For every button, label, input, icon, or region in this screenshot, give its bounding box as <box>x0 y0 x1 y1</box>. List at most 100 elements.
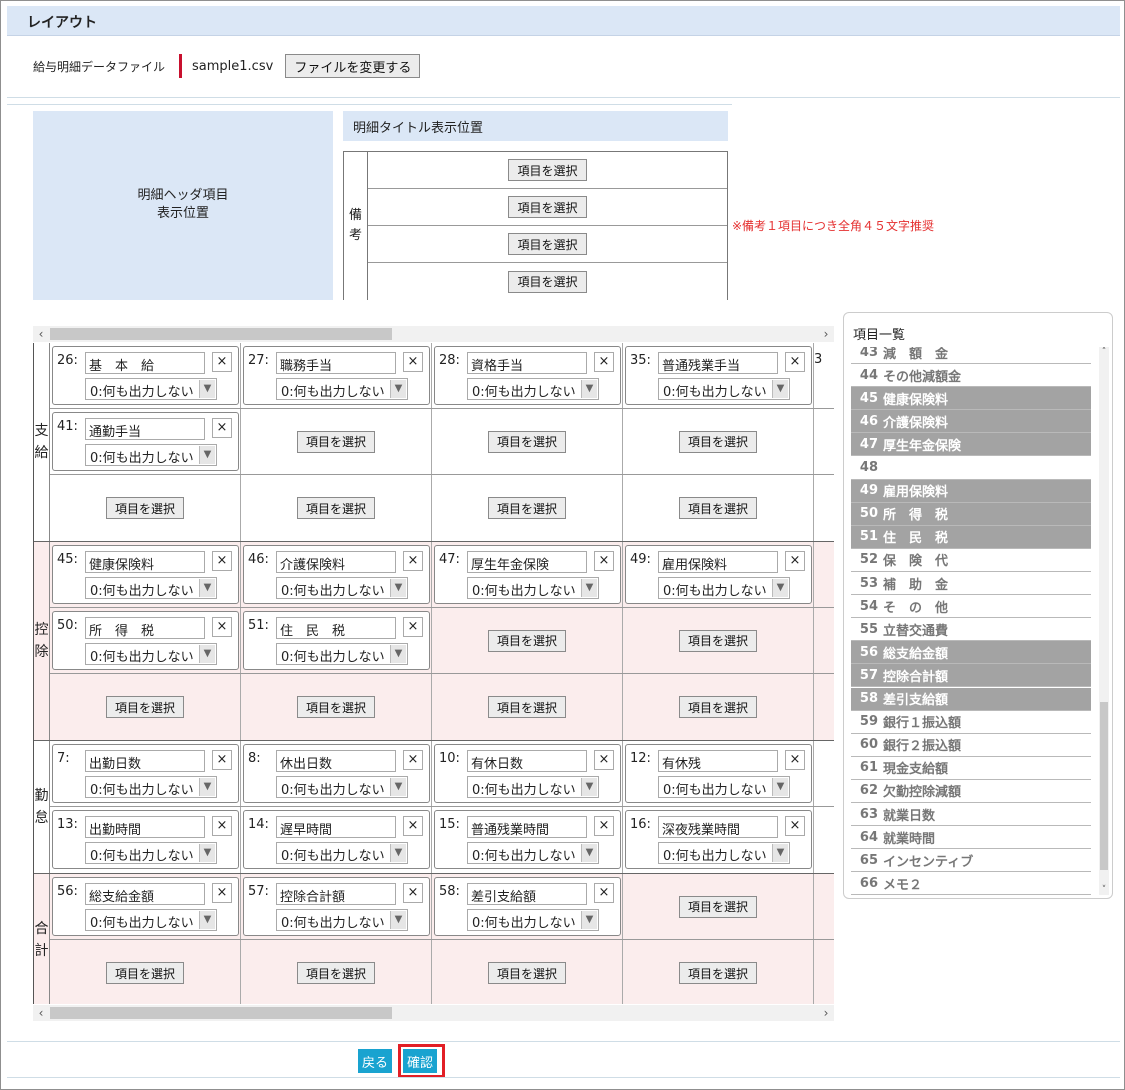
select-item-button[interactable]: 項目を選択 <box>487 629 566 652</box>
scroll-left-icon[interactable]: ‹ <box>33 326 49 342</box>
output-select[interactable]: 0:何も出力しない ▼ <box>276 643 408 665</box>
item-name-field[interactable]: 職務手当 <box>276 352 396 374</box>
grid-cell[interactable]: 項目を選択 <box>623 674 814 740</box>
item-name-field[interactable]: 遅早時間 <box>276 816 396 838</box>
output-select[interactable]: 0:何も出力しない ▼ <box>85 378 217 400</box>
item-list-row[interactable]: 51 住 民 税 <box>851 525 1091 549</box>
select-item-button[interactable]: 項目を選択 <box>678 895 757 918</box>
item-name-field[interactable]: 出勤時間 <box>85 816 205 838</box>
remove-icon[interactable]: × <box>212 551 232 571</box>
vertical-scrollbar[interactable]: ˄ ˅ <box>1099 347 1109 895</box>
remove-icon[interactable]: × <box>594 352 614 372</box>
item-list-row[interactable]: 62 欠勤控除減額 <box>851 779 1091 803</box>
item-list-row[interactable]: 46 介護保険料 <box>851 410 1091 434</box>
grid-cell[interactable]: 35: 普通残業手当 × 0:何も出力しない ▼ <box>623 343 814 408</box>
grid-cell[interactable]: 項目を選択 <box>432 409 623 474</box>
scroll-right-icon[interactable]: › <box>818 326 834 342</box>
confirm-button[interactable]: 確認 <box>403 1049 438 1073</box>
item-list-row[interactable]: 64 就業時間 <box>851 826 1091 850</box>
title-position-area[interactable]: 明細タイトル表示位置 <box>343 111 728 141</box>
item-list-row[interactable]: 65 インセンティブ <box>851 849 1091 873</box>
scroll-down-icon[interactable]: ˅ <box>1099 885 1109 895</box>
grid-cell[interactable]: 項目を選択 <box>241 940 432 1004</box>
grid-cell[interactable]: 28: 資格手当 × 0:何も出力しない ▼ <box>432 343 623 408</box>
select-item-button[interactable]: 項目を選択 <box>678 430 757 453</box>
layout-item[interactable]: 56: 総支給金額 × 0:何も出力しない ▼ <box>52 877 239 936</box>
grid-cell[interactable]: 56: 総支給金額 × 0:何も出力しない ▼ <box>50 874 241 939</box>
item-name-field[interactable]: 控除合計額 <box>276 883 396 905</box>
item-list-row[interactable]: 44 その他減額金 <box>851 364 1091 388</box>
grid-cell[interactable]: 13: 出勤時間 × 0:何も出力しない ▼ <box>50 807 241 873</box>
output-select[interactable]: 0:何も出力しない ▼ <box>85 444 217 466</box>
scroll-thumb[interactable] <box>50 328 392 340</box>
layout-item[interactable]: 12: 有休残 × 0:何も出力しない ▼ <box>625 744 812 803</box>
scroll-left-icon[interactable]: ‹ <box>33 1005 49 1021</box>
grid-cell[interactable]: 項目を選択 <box>241 674 432 740</box>
item-name-field[interactable]: 雇用保険料 <box>658 551 778 573</box>
select-item-button[interactable]: 項目を選択 <box>487 696 566 718</box>
grid-cell[interactable]: 51: 住 民 税 × 0:何も出力しない ▼ <box>241 608 432 673</box>
grid-cell[interactable]: 項目を選択 <box>50 674 241 740</box>
item-name-field[interactable]: 有休日数 <box>467 750 587 772</box>
layout-item[interactable]: 41: 通勤手当 × 0:何も出力しない ▼ <box>52 412 239 471</box>
grid-cell[interactable]: 14: 遅早時間 × 0:何も出力しない ▼ <box>241 807 432 873</box>
item-list-row[interactable]: 60 銀行２振込額 <box>851 733 1091 757</box>
output-select[interactable]: 0:何も出力しない ▼ <box>276 378 408 400</box>
grid-cell[interactable]: 49: 雇用保険料 × 0:何も出力しない ▼ <box>623 542 814 607</box>
grid-cell[interactable]: 項目を選択 <box>50 940 241 1004</box>
grid-cell[interactable]: 項目を選択 <box>623 608 814 673</box>
output-select[interactable]: 0:何も出力しない ▼ <box>276 577 408 599</box>
select-item-button[interactable]: 項目を選択 <box>296 497 375 519</box>
grid-cell[interactable]: 10: 有休日数 × 0:何も出力しない ▼ <box>432 741 623 806</box>
item-name-field[interactable]: 介護保険料 <box>276 551 396 573</box>
remove-icon[interactable]: × <box>785 816 805 836</box>
item-name-field[interactable]: 出勤日数 <box>85 750 205 772</box>
item-name-field[interactable]: 普通残業手当 <box>658 352 778 374</box>
layout-item[interactable]: 47: 厚生年金保険 × 0:何も出力しない ▼ <box>434 545 621 604</box>
item-list-row[interactable]: 49 雇用保険料 <box>851 479 1091 503</box>
layout-item[interactable]: 58: 差引支給額 × 0:何も出力しない ▼ <box>434 877 621 936</box>
item-name-field[interactable]: 総支給金額 <box>85 883 205 905</box>
output-select[interactable]: 0:何も出力しない ▼ <box>276 909 408 931</box>
item-list-row[interactable]: 61 現金支給額 <box>851 756 1091 780</box>
grid-cell[interactable]: 項目を選択 <box>623 940 814 1004</box>
grid-cell[interactable]: 41: 通勤手当 × 0:何も出力しない ▼ <box>50 409 241 474</box>
grid-cell[interactable]: 項目を選択 <box>432 608 623 673</box>
output-select[interactable]: 0:何も出力しない ▼ <box>85 776 217 798</box>
item-name-field[interactable]: 住 民 税 <box>276 617 396 639</box>
grid-cell[interactable]: 8: 休出日数 × 0:何も出力しない ▼ <box>241 741 432 806</box>
item-name-field[interactable]: 資格手当 <box>467 352 587 374</box>
remove-icon[interactable]: × <box>212 750 232 770</box>
select-item-button[interactable]: 項目を選択 <box>678 497 757 519</box>
item-list-row[interactable]: 56 総支給金額 <box>851 641 1091 665</box>
grid-cell[interactable]: 27: 職務手当 × 0:何も出力しない ▼ <box>241 343 432 408</box>
select-item-button[interactable]: 項目を選択 <box>487 497 566 519</box>
item-list-row[interactable]: 58 差引支給額 <box>851 687 1091 711</box>
select-item-button[interactable]: 項目を選択 <box>296 962 375 984</box>
layout-item[interactable]: 13: 出勤時間 × 0:何も出力しない ▼ <box>52 810 239 869</box>
item-name-field[interactable]: 基 本 給 <box>85 352 205 374</box>
grid-cell[interactable]: 項目を選択 <box>623 874 814 939</box>
grid-cell[interactable]: 50: 所 得 税 × 0:何も出力しない ▼ <box>50 608 241 673</box>
layout-item[interactable]: 28: 資格手当 × 0:何も出力しない ▼ <box>434 346 621 405</box>
output-select[interactable]: 0:何も出力しない ▼ <box>85 909 217 931</box>
scroll-right-icon[interactable]: › <box>818 1005 834 1021</box>
grid-cell[interactable]: 項目を選択 <box>432 475 623 541</box>
remove-icon[interactable]: × <box>212 418 232 438</box>
grid-cell[interactable]: 項目を選択 <box>623 475 814 541</box>
remove-icon[interactable]: × <box>212 352 232 372</box>
remove-icon[interactable]: × <box>212 883 232 903</box>
output-select[interactable]: 0:何も出力しない ▼ <box>276 776 408 798</box>
grid-cell[interactable]: 項目を選択 <box>241 409 432 474</box>
output-select[interactable]: 0:何も出力しない ▼ <box>658 776 790 798</box>
select-item-button[interactable]: 項目を選択 <box>105 696 184 718</box>
back-button[interactable]: 戻る <box>358 1049 393 1073</box>
output-select[interactable]: 0:何も出力しない ▼ <box>85 577 217 599</box>
output-select[interactable]: 0:何も出力しない ▼ <box>658 842 790 864</box>
item-list-row[interactable]: 48 <box>851 456 1091 480</box>
item-list-row[interactable]: 43 減 額 金 <box>851 347 1091 364</box>
select-item-button[interactable]: 項目を選択 <box>678 696 757 718</box>
layout-item[interactable]: 15: 普通残業時間 × 0:何も出力しない ▼ <box>434 810 621 869</box>
output-select[interactable]: 0:何も出力しない ▼ <box>276 842 408 864</box>
grid-cell[interactable]: 26: 基 本 給 × 0:何も出力しない ▼ <box>50 343 241 408</box>
